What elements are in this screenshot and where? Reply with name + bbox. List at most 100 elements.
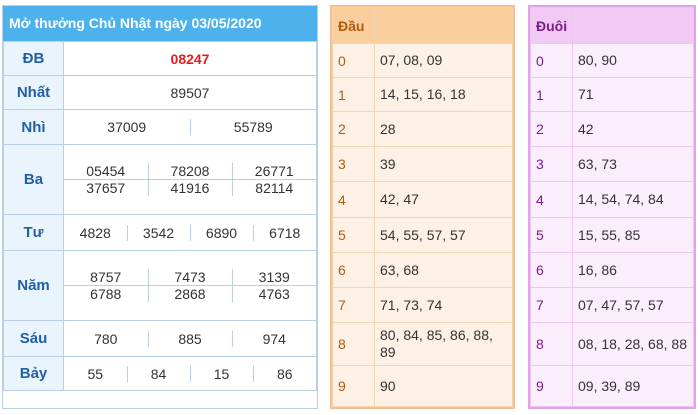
duoi-row: 7 07, 47, 57, 57 [530,287,694,323]
dau-key: 9 [332,365,375,407]
dau-key: 7 [332,287,375,323]
duoi-values: 09, 39, 89 [572,365,694,407]
dau-values: 42, 47 [374,181,513,218]
dau-header-blank [374,7,513,44]
duoi-key: 4 [530,181,573,218]
dau-key: 8 [332,322,375,366]
prize-values-group: 4828 3542 6890 6718 [63,214,317,251]
prize-label: Ba [3,144,64,215]
prize-value: 4763 [231,285,316,302]
duoi-row: 0 80, 90 [530,43,694,78]
dau-header: Đầu [332,7,375,44]
dau-values: 39 [374,146,513,182]
duoi-key: 1 [530,77,573,112]
duoi-key: 2 [530,111,573,147]
dau-values: 14, 15, 16, 18 [374,77,513,112]
prize-row-db: ĐB 08247 [3,41,317,76]
prize-values-group: 05454 78208 26771 37657 41916 82114 [63,144,317,215]
prize-label: Bảy [3,356,64,391]
prize-value: 37009 [107,119,147,135]
results-title: Mở thưởng Chủ Nhật ngày 03/05/2020 [3,6,317,41]
prize-value: 6890 [189,224,253,241]
dau-row: 4 42, 47 [332,181,513,218]
prize-value: 974 [231,330,316,347]
dau-key: 1 [332,77,375,112]
dau-row: 0 07, 08, 09 [332,43,513,78]
prize-value: 84 [126,365,190,382]
duoi-row: 3 63, 73 [530,146,694,182]
prize-value: 6718 [252,224,316,241]
prize-label: Nhì [3,109,64,145]
prize-value: 6788 [64,285,148,302]
prize-value: 15 [189,365,253,382]
duoi-key: 3 [530,146,573,182]
prize-label: Sáu [3,320,64,357]
dau-table: Đầu 0 07, 08, 09 1 14, 15, 16, 18 2 28 3 39 … [330,5,515,409]
duoi-values: 08, 18, 28, 68, 88 [572,322,694,366]
duoi-key: 6 [530,252,573,288]
prize-value: 7473 [147,269,232,286]
prize-value: 86 [252,365,316,382]
prize-row-bay: Bảy 55 84 15 86 [3,356,317,391]
dau-values: 54, 55, 57, 57 [374,217,513,253]
dau-values: 80, 84, 85, 86, 88, 89 [374,322,513,366]
dau-values: 28 [374,111,513,147]
dau-row: 3 39 [332,146,513,182]
prize-row-sau: Sáu 780 885 974 [3,320,317,357]
duoi-values: 63, 73 [572,146,694,182]
prize-label: Tư [3,214,64,251]
prize-row-nhat: Nhất 89507 [3,75,317,110]
dau-key: 4 [332,181,375,218]
prize-row-tu: Tư 4828 3542 6890 6718 [3,214,317,251]
prize-value: 37657 [64,179,148,196]
prize-value: 885 [147,330,232,347]
dau-values: 07, 08, 09 [374,43,513,78]
duoi-values: 42 [572,111,694,147]
dau-key: 0 [332,43,375,78]
prize-value: 82114 [231,179,316,196]
dau-row: 6 63, 68 [332,252,513,288]
duoi-header-blank [572,7,694,44]
prize-values-group: 55 84 15 86 [63,356,317,391]
prize-value: 2868 [147,285,232,302]
prize-value: 3542 [126,224,190,241]
dau-key: 3 [332,146,375,182]
prize-label: Năm [3,250,64,321]
prize-value: 8757 [90,269,122,285]
prize-value: 780 [94,330,118,347]
duoi-row: 2 42 [530,111,694,147]
dau-row: 9 90 [332,365,513,407]
prize-value: 26771 [231,163,316,180]
prize-value: 55789 [189,119,316,135]
duoi-row: 1 71 [530,77,694,112]
duoi-key: 7 [530,287,573,323]
prize-value: 05454 [86,163,126,179]
duoi-key: 5 [530,217,573,253]
duoi-key: 9 [530,365,573,407]
prize-label: Nhất [3,75,64,110]
duoi-key: 8 [530,322,573,366]
duoi-row: 8 08, 18, 28, 68, 88 [530,322,694,366]
duoi-values: 07, 47, 57, 57 [572,287,694,323]
prize-value: 4828 [79,224,111,241]
prize-row-nam: Năm 8757 7473 3139 6788 2868 4763 [3,250,317,321]
prize-values-group: 780 885 974 [63,320,317,357]
duoi-table: Đuôi 0 80, 90 1 71 2 42 3 63, 73 4 14, 54, 74… [528,5,696,409]
dau-row: 5 54, 55, 57, 57 [332,217,513,253]
prize-value: 41916 [147,179,232,196]
prize-value: 08247 [63,41,317,76]
prize-values-group: 8757 7473 3139 6788 2868 4763 [63,250,317,321]
dau-header-row: Đầu [332,7,513,44]
dau-key: 5 [332,217,375,253]
prize-row-nhi: Nhì 37009 55789 [3,109,317,145]
dau-values: 71, 73, 74 [374,287,513,323]
dau-row: 7 71, 73, 74 [332,287,513,323]
duoi-key: 0 [530,43,573,78]
prize-value: 55 [87,365,104,382]
duoi-row: 9 09, 39, 89 [530,365,694,407]
prize-label: ĐB [3,41,64,76]
prize-value: 89507 [63,75,317,110]
prize-values-group: 37009 55789 [63,109,317,145]
duoi-values: 16, 86 [572,252,694,288]
dau-key: 6 [332,252,375,288]
